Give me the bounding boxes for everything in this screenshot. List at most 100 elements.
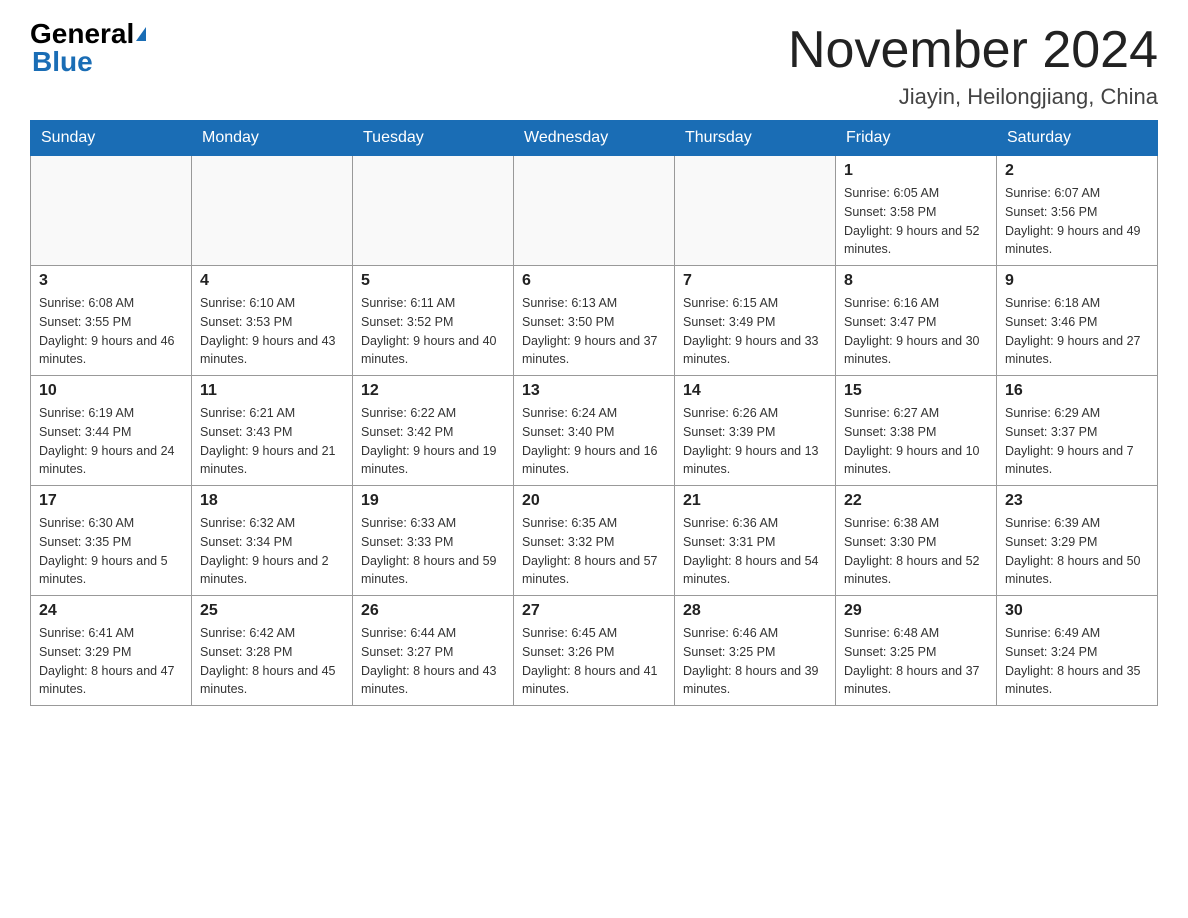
calendar-cell: 27 Sunrise: 6:45 AMSunset: 3:26 PMDayligh… <box>514 596 675 706</box>
calendar-cell: 8 Sunrise: 6:16 AMSunset: 3:47 PMDaylight… <box>836 266 997 376</box>
calendar-cell: 29 Sunrise: 6:48 AMSunset: 3:25 PMDayligh… <box>836 596 997 706</box>
day-number: 19 <box>361 492 505 510</box>
calendar-header-thursday: Thursday <box>675 121 836 156</box>
day-number: 21 <box>683 492 827 510</box>
calendar-cell: 24 Sunrise: 6:41 AMSunset: 3:29 PMDayligh… <box>31 596 192 706</box>
calendar-cell: 1 Sunrise: 6:05 AMSunset: 3:58 PMDaylight… <box>836 156 997 266</box>
calendar-cell: 15 Sunrise: 6:27 AMSunset: 3:38 PMDayligh… <box>836 376 997 486</box>
calendar-cell: 22 Sunrise: 6:38 AMSunset: 3:30 PMDayligh… <box>836 486 997 596</box>
day-info: Sunrise: 6:41 AMSunset: 3:29 PMDaylight:… <box>39 624 183 699</box>
logo: General Blue <box>30 20 146 76</box>
day-info: Sunrise: 6:48 AMSunset: 3:25 PMDaylight:… <box>844 624 988 699</box>
day-number: 20 <box>522 492 666 510</box>
calendar-cell: 9 Sunrise: 6:18 AMSunset: 3:46 PMDaylight… <box>997 266 1158 376</box>
day-info: Sunrise: 6:39 AMSunset: 3:29 PMDaylight:… <box>1005 514 1149 589</box>
month-title: November 2024 <box>788 20 1158 80</box>
day-number: 9 <box>1005 272 1149 290</box>
calendar-cell: 13 Sunrise: 6:24 AMSunset: 3:40 PMDayligh… <box>514 376 675 486</box>
week-row-3: 17Sunrise: 6:30 AMSunset: 3:35 PMDayligh… <box>31 486 1158 596</box>
calendar-cell: 23 Sunrise: 6:39 AMSunset: 3:29 PMDayligh… <box>997 486 1158 596</box>
calendar-cell: 3Sunrise: 6:08 AMSunset: 3:55 PMDaylight… <box>31 266 192 376</box>
day-info: Sunrise: 6:24 AMSunset: 3:40 PMDaylight:… <box>522 404 666 479</box>
calendar-cell: 16 Sunrise: 6:29 AMSunset: 3:37 PMDayligh… <box>997 376 1158 486</box>
week-row-1: 3Sunrise: 6:08 AMSunset: 3:55 PMDaylight… <box>31 266 1158 376</box>
calendar-cell: 17Sunrise: 6:30 AMSunset: 3:35 PMDayligh… <box>31 486 192 596</box>
week-row-4: 24 Sunrise: 6:41 AMSunset: 3:29 PMDayligh… <box>31 596 1158 706</box>
calendar-cell: 30Sunrise: 6:49 AMSunset: 3:24 PMDayligh… <box>997 596 1158 706</box>
day-number: 5 <box>361 272 505 290</box>
day-number: 30 <box>1005 602 1149 620</box>
day-info: Sunrise: 6:15 AMSunset: 3:49 PMDaylight:… <box>683 294 827 369</box>
day-info: Sunrise: 6:29 AMSunset: 3:37 PMDaylight:… <box>1005 404 1149 479</box>
calendar-cell: 25Sunrise: 6:42 AMSunset: 3:28 PMDayligh… <box>192 596 353 706</box>
calendar-cell: 2 Sunrise: 6:07 AMSunset: 3:56 PMDaylight… <box>997 156 1158 266</box>
calendar-header-saturday: Saturday <box>997 121 1158 156</box>
day-info: Sunrise: 6:19 AMSunset: 3:44 PMDaylight:… <box>39 404 183 479</box>
day-number: 23 <box>1005 492 1149 510</box>
day-number: 16 <box>1005 382 1149 400</box>
day-number: 28 <box>683 602 827 620</box>
calendar-cell <box>675 156 836 266</box>
day-number: 22 <box>844 492 988 510</box>
calendar-header-monday: Monday <box>192 121 353 156</box>
logo-triangle-icon <box>136 27 146 41</box>
calendar-cell: 14Sunrise: 6:26 AMSunset: 3:39 PMDayligh… <box>675 376 836 486</box>
day-number: 15 <box>844 382 988 400</box>
calendar-cell: 10 Sunrise: 6:19 AMSunset: 3:44 PMDayligh… <box>31 376 192 486</box>
day-number: 2 <box>1005 162 1149 180</box>
day-number: 29 <box>844 602 988 620</box>
day-info: Sunrise: 6:10 AMSunset: 3:53 PMDaylight:… <box>200 294 344 369</box>
day-info: Sunrise: 6:45 AMSunset: 3:26 PMDaylight:… <box>522 624 666 699</box>
page-header: General Blue November 2024 Jiayin, Heilo… <box>30 20 1158 110</box>
day-info: Sunrise: 6:05 AMSunset: 3:58 PMDaylight:… <box>844 184 988 259</box>
day-number: 6 <box>522 272 666 290</box>
week-row-0: 1 Sunrise: 6:05 AMSunset: 3:58 PMDaylight… <box>31 156 1158 266</box>
day-info: Sunrise: 6:21 AMSunset: 3:43 PMDaylight:… <box>200 404 344 479</box>
day-info: Sunrise: 6:18 AMSunset: 3:46 PMDaylight:… <box>1005 294 1149 369</box>
logo-general-text: General <box>30 20 134 48</box>
week-row-2: 10 Sunrise: 6:19 AMSunset: 3:44 PMDayligh… <box>31 376 1158 486</box>
day-info: Sunrise: 6:44 AMSunset: 3:27 PMDaylight:… <box>361 624 505 699</box>
calendar-cell <box>353 156 514 266</box>
day-number: 10 <box>39 382 183 400</box>
calendar-cell: 6 Sunrise: 6:13 AMSunset: 3:50 PMDaylight… <box>514 266 675 376</box>
calendar-header-row: SundayMondayTuesdayWednesdayThursdayFrid… <box>31 121 1158 156</box>
day-number: 8 <box>844 272 988 290</box>
day-number: 26 <box>361 602 505 620</box>
calendar-cell: 11 Sunrise: 6:21 AMSunset: 3:43 PMDayligh… <box>192 376 353 486</box>
day-info: Sunrise: 6:16 AMSunset: 3:47 PMDaylight:… <box>844 294 988 369</box>
day-number: 27 <box>522 602 666 620</box>
day-info: Sunrise: 6:27 AMSunset: 3:38 PMDaylight:… <box>844 404 988 479</box>
calendar-header-friday: Friday <box>836 121 997 156</box>
day-info: Sunrise: 6:07 AMSunset: 3:56 PMDaylight:… <box>1005 184 1149 259</box>
day-info: Sunrise: 6:22 AMSunset: 3:42 PMDaylight:… <box>361 404 505 479</box>
calendar-cell: 5 Sunrise: 6:11 AMSunset: 3:52 PMDaylight… <box>353 266 514 376</box>
calendar-cell <box>514 156 675 266</box>
logo-blue-text: Blue <box>32 48 93 76</box>
calendar-header-wednesday: Wednesday <box>514 121 675 156</box>
day-number: 13 <box>522 382 666 400</box>
day-number: 7 <box>683 272 827 290</box>
day-number: 1 <box>844 162 988 180</box>
day-number: 11 <box>200 382 344 400</box>
day-info: Sunrise: 6:33 AMSunset: 3:33 PMDaylight:… <box>361 514 505 589</box>
calendar-header-tuesday: Tuesday <box>353 121 514 156</box>
calendar-cell: 21 Sunrise: 6:36 AMSunset: 3:31 PMDayligh… <box>675 486 836 596</box>
location-text: Jiayin, Heilongjiang, China <box>788 84 1158 110</box>
day-number: 24 <box>39 602 183 620</box>
calendar-cell <box>31 156 192 266</box>
day-number: 18 <box>200 492 344 510</box>
day-info: Sunrise: 6:38 AMSunset: 3:30 PMDaylight:… <box>844 514 988 589</box>
day-number: 14 <box>683 382 827 400</box>
day-info: Sunrise: 6:46 AMSunset: 3:25 PMDaylight:… <box>683 624 827 699</box>
day-info: Sunrise: 6:35 AMSunset: 3:32 PMDaylight:… <box>522 514 666 589</box>
day-number: 4 <box>200 272 344 290</box>
day-info: Sunrise: 6:32 AMSunset: 3:34 PMDaylight:… <box>200 514 344 589</box>
day-info: Sunrise: 6:11 AMSunset: 3:52 PMDaylight:… <box>361 294 505 369</box>
calendar-table: SundayMondayTuesdayWednesdayThursdayFrid… <box>30 120 1158 706</box>
day-number: 12 <box>361 382 505 400</box>
day-info: Sunrise: 6:36 AMSunset: 3:31 PMDaylight:… <box>683 514 827 589</box>
calendar-header-sunday: Sunday <box>31 121 192 156</box>
day-info: Sunrise: 6:13 AMSunset: 3:50 PMDaylight:… <box>522 294 666 369</box>
calendar-cell <box>192 156 353 266</box>
